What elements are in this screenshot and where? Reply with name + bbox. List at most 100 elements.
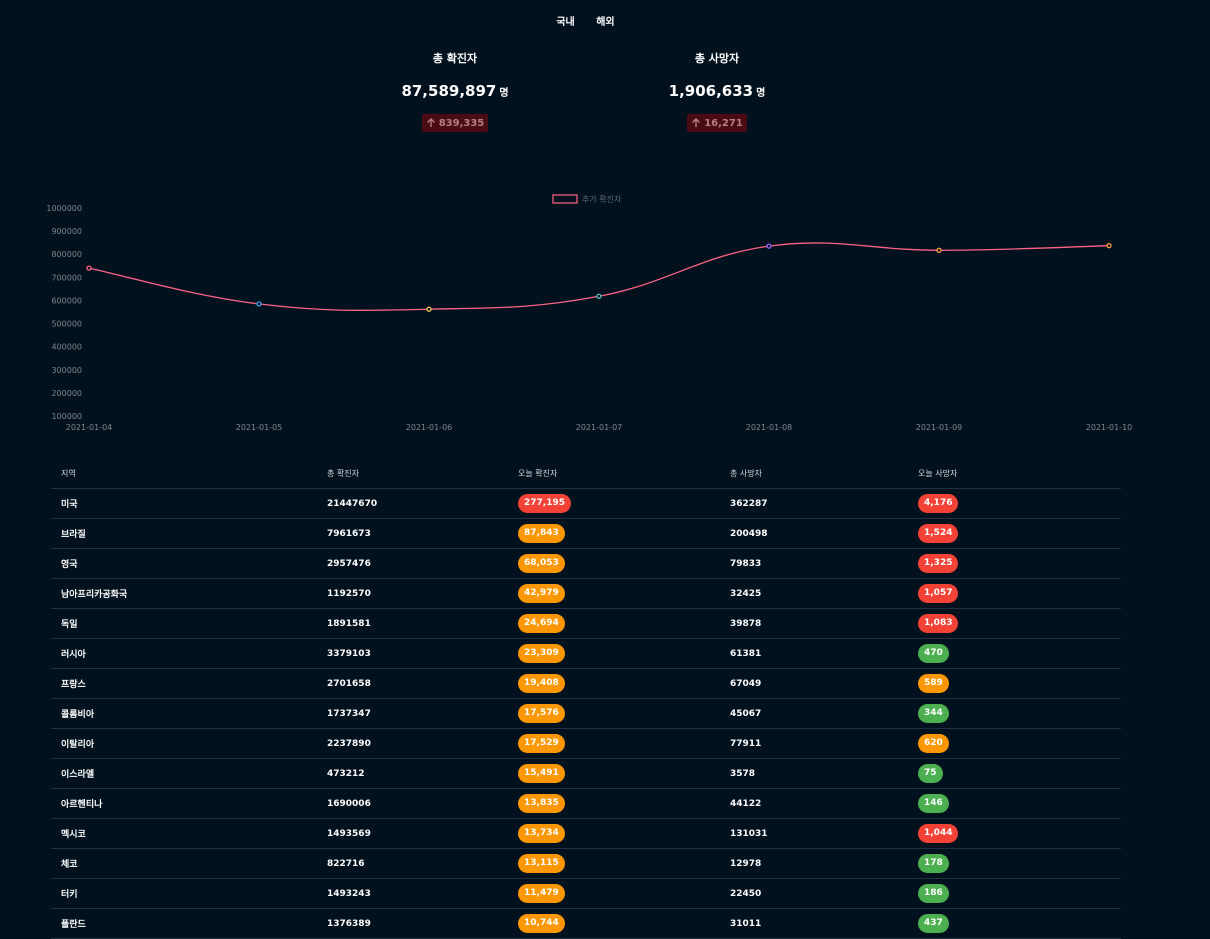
today-deaths-pill: 1,083 [918,614,959,633]
y-tick-label: 600000 [51,296,82,305]
cell-today-deaths: 1,524 [918,524,1121,543]
today-deaths-pill: 1,057 [918,584,959,603]
cell-total-deaths: 79833 [730,558,762,569]
y-tick-label: 700000 [51,273,82,282]
cell-region: 터키 [61,890,78,900]
header-total-deaths: 총 사망자 [730,468,762,478]
today-deaths-pill: 344 [918,704,949,723]
cell-today-confirmed: 17,576 [518,704,729,723]
y-tick-label: 1000000 [46,204,82,213]
cell-total-confirmed: 2701658 [327,678,371,689]
cell-today-deaths: 1,057 [918,584,1121,603]
today-confirmed-pill: 42,979 [518,584,565,603]
table-row: 러시아 3379103 23,309 61381 470 [51,639,1121,669]
tab-domestic[interactable]: 국내 [556,13,574,28]
cell-today-confirmed: 15,491 [518,764,729,783]
deaths-delta-value: 16,271 [704,117,743,129]
cell-total-confirmed: 1376389 [327,918,371,929]
country-stats-table: 지역 총 확진자 오늘 확진자 총 사망자 오늘 사망자 미국 21447670 2… [51,458,1121,939]
cell-today-confirmed: 13,115 [518,854,729,873]
table-row: 미국 21447670 277,195 362287 4,176 [51,489,1121,519]
y-tick-label: 900000 [51,227,82,236]
confirmed-delta-value: 839,335 [438,117,485,129]
cell-region: 멕시코 [61,830,86,840]
table-row: 독일 1891581 24,694 39878 1,083 [51,609,1121,639]
cell-today-confirmed: 17,529 [518,734,729,753]
x-tick-label: 2021-01-09 [916,423,963,432]
today-confirmed-pill: 13,115 [518,854,565,873]
cell-total-deaths: 12978 [730,858,762,869]
today-deaths-pill: 1,044 [918,824,959,843]
table-row: 아르헨티나 1690006 13,835 44122 146 [51,789,1121,819]
today-deaths-pill: 1,325 [918,554,959,573]
cell-total-confirmed: 3379103 [327,648,371,659]
data-point [596,293,602,299]
y-tick-label: 300000 [51,366,82,375]
total-deaths-unit: 명 [756,88,766,99]
today-deaths-pill: 620 [918,734,949,753]
header-today-deaths: 오늘 사망자 [918,468,958,478]
today-deaths-pill: 178 [918,854,949,873]
today-confirmed-pill: 13,734 [518,824,565,843]
cell-total-confirmed: 21447670 [327,498,378,509]
cell-total-deaths: 362287 [730,498,768,509]
cell-today-confirmed: 10,744 [518,914,729,933]
cell-today-confirmed: 13,734 [518,824,729,843]
today-deaths-pill: 146 [918,794,949,813]
cell-today-deaths: 146 [918,794,1121,813]
cell-total-confirmed: 1192570 [327,588,371,599]
cell-total-deaths: 131031 [730,828,768,839]
total-deaths-value-row: 1,906,633 명 [597,82,837,102]
arrow-up-icon [692,118,701,127]
cell-total-confirmed: 7961673 [327,528,371,539]
series-line [88,242,1110,312]
cell-region: 남아프리카공화국 [61,590,128,600]
today-confirmed-pill: 17,529 [518,734,565,753]
total-confirmed-card: 총 확진자 87,589,897 명 839,335 [335,50,575,132]
cell-total-deaths: 67049 [730,678,762,689]
daily-confirmed-line-chart: 추가 확진자 1000000 900000 800000 700000 600000 500… [46,194,1132,432]
region-tabs: 국내 해외 [0,13,1171,28]
total-confirmed-value: 87,589,897 [401,82,497,100]
x-tick-label: 2021-01-06 [406,423,453,432]
cell-today-confirmed: 87,843 [518,524,729,543]
cell-total-confirmed: 1493243 [327,888,371,899]
cell-today-confirmed: 19,408 [518,674,729,693]
cell-region: 콜롬비아 [61,710,95,720]
x-tick-label: 2021-01-05 [236,423,283,432]
cell-total-deaths: 31011 [730,918,762,929]
cell-region: 아르헨티나 [61,800,103,810]
table-row: 터키 1493243 11,479 22450 186 [51,879,1121,909]
cell-today-confirmed: 277,195 [518,494,729,513]
data-point [1106,243,1112,249]
header-today-confirmed: 오늘 확진자 [518,468,558,478]
cell-today-deaths: 4,176 [918,494,1121,513]
cell-region: 영국 [61,560,78,570]
cell-total-confirmed: 1891581 [327,618,371,629]
tab-overseas[interactable]: 해외 [596,13,614,28]
table-row: 브라질 7961673 87,843 200498 1,524 [51,519,1121,549]
cell-today-deaths: 1,044 [918,824,1121,843]
today-confirmed-pill: 24,694 [518,614,565,633]
x-tick-label: 2021-01-04 [66,423,113,432]
table-row: 이스라엘 473212 15,491 3578 75 [51,759,1121,789]
cell-today-deaths: 75 [918,764,1121,783]
deaths-delta-badge: 16,271 [687,114,747,132]
data-point [426,306,432,312]
cell-region: 러시아 [61,650,86,660]
cell-region: 이탈리아 [61,740,95,750]
today-confirmed-pill: 87,843 [518,524,565,543]
cell-today-deaths: 589 [918,674,1121,693]
table-body: 미국 21447670 277,195 362287 4,176 브라질 7961673 87… [51,489,1121,939]
today-confirmed-pill: 10,744 [518,914,565,933]
table-row: 남아프리카공화국 1192570 42,979 32425 1,057 [51,579,1121,609]
y-tick-label: 500000 [51,320,82,329]
today-deaths-pill: 4,176 [918,494,959,513]
today-deaths-pill: 589 [918,674,949,693]
table-row: 콜롬비아 1737347 17,576 45067 344 [51,699,1121,729]
cell-total-deaths: 32425 [730,588,762,599]
cell-total-deaths: 39878 [730,618,762,629]
cell-total-deaths: 22450 [730,888,762,899]
data-point [766,243,772,249]
cell-total-deaths: 61381 [730,648,762,659]
